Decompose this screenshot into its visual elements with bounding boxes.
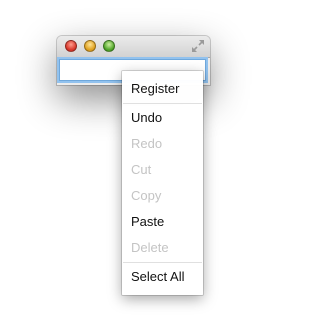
menu-item-delete: Delete (131, 240, 169, 255)
title-bar (57, 36, 210, 58)
menu-separator (123, 262, 202, 263)
menu-item-paste[interactable]: Paste (122, 211, 203, 233)
zoom-button[interactable] (103, 40, 115, 52)
menu-item-select-all[interactable]: Select All (122, 266, 203, 288)
menu-item-cut: Cut (131, 162, 152, 177)
minimize-button[interactable] (84, 40, 96, 52)
menu-item-copy: Copy (131, 188, 162, 203)
fullscreen-arrows-icon[interactable] (191, 39, 205, 53)
close-button[interactable] (65, 40, 77, 52)
menu-separator (123, 103, 202, 104)
menu-item-register[interactable]: Register (122, 78, 203, 100)
menu-item-redo: Redo (131, 136, 163, 151)
context-menu: Register Undo Redo Cut Copy Paste Delete… (122, 71, 203, 295)
menu-item-undo[interactable]: Undo (122, 107, 203, 129)
